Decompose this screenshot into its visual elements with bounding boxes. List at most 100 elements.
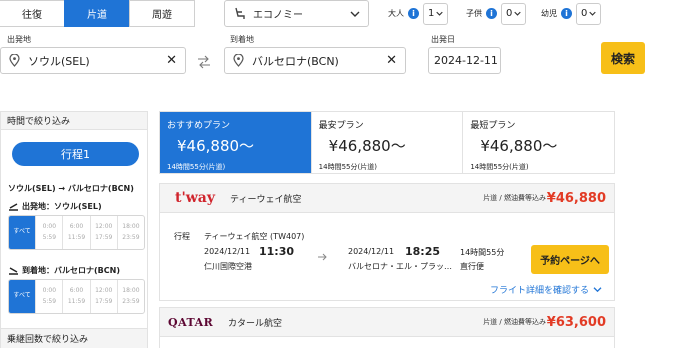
adults-value: 1 [428,8,435,19]
swap-route-icon[interactable] [196,55,212,69]
plan-duration: 14時間55分(片道) [318,163,377,171]
search-button[interactable]: 検索 [601,42,645,74]
info-icon[interactable]: i [408,8,419,19]
departure-time: 11:30 [259,245,295,258]
slot-start: 12:00 [95,223,113,231]
airline-name: ティーウェイ航空 [230,194,302,205]
location-pin-icon [9,54,20,67]
children-value: 0 [506,8,513,19]
takeoff-icon [9,203,18,211]
clear-destination-icon[interactable]: ✕ [386,53,397,68]
plan-title: おすすめプラン [167,121,231,131]
flight-details-link[interactable]: フライト詳細を確認する [490,283,602,296]
result-price: ¥63,600 [546,314,606,330]
children-label: 子供 [466,9,482,18]
airline-name: カタール航空 [228,318,283,329]
plan-cheapest[interactable]: 最安プラン ¥46,880～ 14時間55分(片道) [310,112,463,173]
stops-info: 直行便 [460,262,484,271]
plan-fastest[interactable]: 最短プラン ¥46,880～ 14時間55分(片道) [462,112,614,173]
chevron-down-icon [589,11,596,16]
chevron-down-icon [514,11,521,16]
stops-filter-header[interactable]: 乗継回数で絞り込み [1,328,147,348]
origin-field[interactable]: ソウル(SEL) ✕ [0,47,186,74]
destination-field[interactable]: バルセロナ(BCN) ✕ [224,47,406,74]
slot-label: すべて [13,228,31,236]
arrival-date: 2024/12/11 [348,247,395,256]
departure-slot-12[interactable]: 12:00 17:59 [89,216,117,249]
slot-start: 6:00 [69,287,84,295]
children-select[interactable]: 0 [501,2,526,25]
slot-start: 12:00 [95,287,113,295]
arrival-filter-text: 到着地：バルセロナ(BCN) [22,266,120,275]
arrival-airport: バルセロナ・エル・プラッ… [348,262,452,271]
chevron-down-icon [436,11,443,16]
plan-cards: おすすめプラン ¥46,880～ 14時間55分(片道) 最安プラン ¥46,8… [159,111,615,174]
plan-duration: 14時間55分(片道) [470,163,529,171]
airline-logo: QATAR [168,315,214,329]
departure-date: 2024/12/11 [204,247,251,256]
tab-round-trip[interactable]: 往復 [0,0,65,27]
plan-price: ¥46,880～ [480,137,558,155]
flight-duration: 14時間55分 [460,248,505,257]
airline-logo: t'way [174,190,215,206]
date-label: 出発日 [431,35,455,44]
seat-icon [235,7,245,19]
children-group: 子供 i 0 [466,0,526,27]
clear-origin-icon[interactable]: ✕ [166,53,177,68]
arrival-slot-all[interactable]: すべて [9,280,36,313]
time-filter-header: 時間で絞り込み [1,112,147,130]
slot-start: 18:00 [122,287,140,295]
slot-end: 11:59 [67,233,86,241]
origin-label: 出発地 [7,35,31,44]
departure-date-value: 2024-12-11 [434,54,498,67]
adults-select[interactable]: 1 [423,2,448,25]
slot-start: 6:00 [69,223,84,231]
arrival-slot-6[interactable]: 6:00 11:59 [62,280,89,313]
slot-end: 11:59 [67,297,86,305]
chevron-down-icon [593,287,602,293]
tab-one-way[interactable]: 片道 [64,0,130,27]
cabin-class-select[interactable]: エコノミー [224,0,369,27]
origin-value: ソウル(SEL) [28,54,90,68]
plan-title: 最短プラン [470,121,516,131]
arrival-time-slots: すべて 0:00 5:59 6:00 11:59 12:00 17:59 18:00 2… [8,279,145,314]
book-button[interactable]: 予約ページへ [531,245,609,274]
departure-slot-6[interactable]: 6:00 11:59 [62,216,89,249]
departure-slot-18[interactable]: 18:00 23:59 [116,216,144,249]
arrival-slot-12[interactable]: 12:00 17:59 [89,280,117,313]
slot-start: 18:00 [122,223,140,231]
arrival-slot-0[interactable]: 0:00 5:59 [35,280,62,313]
chevron-down-icon [350,11,360,17]
info-icon[interactable]: i [561,8,572,19]
info-icon[interactable]: i [486,8,497,19]
destination-label: 到着地 [230,35,254,44]
plan-price: ¥46,880～ [177,137,255,155]
cabin-class-value: エコノミー [253,10,303,21]
infants-select[interactable]: 0 [576,2,601,25]
slot-end: 23:59 [122,233,140,241]
departure-slot-all[interactable]: すべて [9,216,36,249]
filter-panel: 時間で絞り込み 行程1 ソウル(SEL) → バルセロナ(BCN) 出発地：ソウ… [0,111,148,348]
slot-end: 23:59 [122,297,140,305]
departure-time-slots: すべて 0:00 5:59 6:00 11:59 12:00 17:59 18:00 2… [8,215,145,250]
departure-slot-0[interactable]: 0:00 5:59 [35,216,62,249]
leg-1-button[interactable]: 行程1 [12,142,139,166]
arrival-filter-label: 到着地：バルセロナ(BCN) [8,265,120,276]
destination-value: バルセロナ(BCN) [252,54,339,68]
result-body: 行程 ティーウェイ航空 (TW407) 2024/12/11 11:30 仁川国… [160,213,614,299]
slot-end: 17:59 [95,233,113,241]
arrival-time: 18:25 [405,245,441,258]
slot-start: 0:00 [42,223,57,231]
departure-date-field[interactable]: 2024-12-11 [428,47,501,74]
departure-airport: 仁川国際空港 [204,262,252,271]
flight-result-card: QATAR カタール航空 片道 / 燃油費等込み ¥63,600 [159,307,615,348]
arrival-slot-18[interactable]: 18:00 23:59 [116,280,144,313]
route-label: ソウル(SEL) → バルセロナ(BCN) [8,184,134,193]
fare-note: 片道 / 燃油費等込み [483,194,546,202]
infants-value: 0 [581,8,588,19]
slot-label: すべて [13,292,31,300]
tab-multi-city[interactable]: 周遊 [129,0,195,27]
leg-label: 行程 [174,232,190,241]
plan-recommended[interactable]: おすすめプラン ¥46,880～ 14時間55分(片道) [160,112,311,173]
result-header: t'way ティーウェイ航空 片道 / 燃油費等込み ¥46,880 [160,184,614,213]
